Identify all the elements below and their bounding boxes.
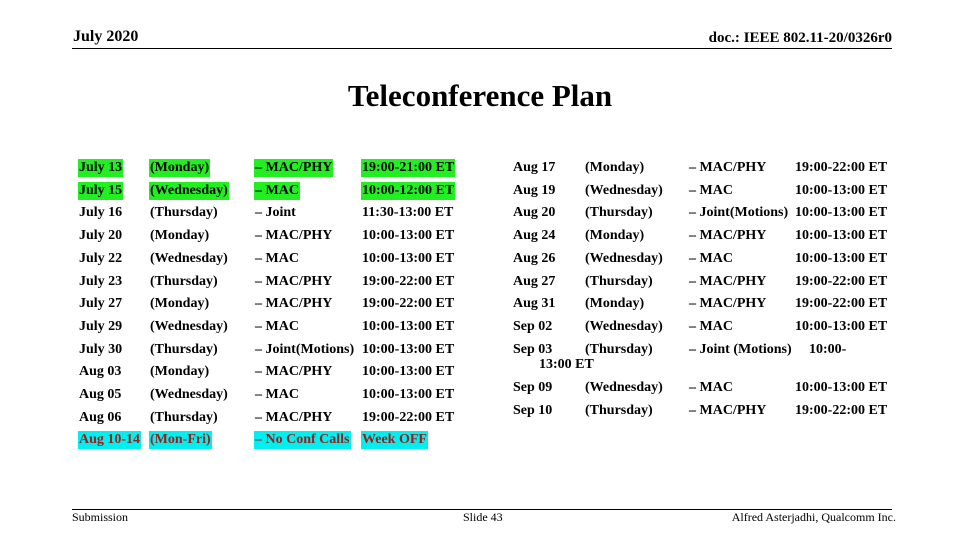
- schedule-time: 10:00-13:00 ET: [795, 205, 888, 221]
- schedule-time: 19:00-22:00 ET: [795, 296, 888, 312]
- schedule-day: (Wednesday): [585, 250, 663, 266]
- schedule-row: Aug 10-14 (Mon-Fri) – No Conf Calls Week OF…: [0, 431, 960, 450]
- schedule-time: 19:00-22:00 ET: [795, 160, 888, 175]
- schedule-time-wrap: 13:00 ET: [539, 356, 594, 372]
- schedule-time: 19:00-22:00 ET: [795, 403, 888, 418]
- schedule-group: – MAC: [689, 318, 733, 334]
- schedule-group: – MAC/PHY: [689, 160, 767, 175]
- schedule-row: Aug 24 (Monday) – MAC/PHY 10:00-13:00 ET: [0, 227, 960, 245]
- schedule-day: (Monday): [585, 160, 645, 175]
- schedule-date: Aug 27: [513, 273, 556, 289]
- schedule-time: 10:00-: [809, 341, 847, 357]
- schedule-date: Sep 10: [513, 403, 553, 418]
- schedule-time: Week OFF: [361, 431, 428, 450]
- schedule-date: Aug 26: [513, 250, 556, 266]
- schedule-row: Sep 03 (Thursday) – Joint (Motions) 10:00- 1…: [0, 341, 960, 372]
- schedule-row: Sep 02 (Wednesday) – MAC 10:00-13:00 ET: [0, 318, 960, 336]
- schedule-day: (Wednesday): [585, 318, 663, 334]
- schedule-time: 10:00-13:00 ET: [795, 228, 888, 244]
- schedule-time: 19:00-22:00 ET: [795, 273, 888, 289]
- schedule-row: Aug 31 (Monday) – MAC/PHY 19:00-22:00 ET: [0, 295, 960, 313]
- schedule-time: 10:00-13:00 ET: [795, 380, 888, 396]
- schedule-day: (Wednesday): [585, 182, 663, 198]
- header-date: July 2020: [73, 28, 139, 45]
- schedule-row: Sep 09 (Wednesday) – MAC 10:00-13:00 ET: [0, 379, 960, 397]
- footer-author: Alfred Asterjadhi, Qualcomm Inc.: [731, 510, 896, 524]
- header-doc-id: doc.: IEEE 802.11-20/0326r0: [708, 30, 892, 46]
- schedule-time: 10:00-13:00 ET: [795, 318, 888, 334]
- schedule-row: Aug 17 (Monday) – MAC/PHY 19:00-22:00 ET: [0, 159, 960, 177]
- schedule-day: (Monday): [585, 228, 645, 244]
- schedule-group: – MAC/PHY: [689, 403, 767, 418]
- schedule-group: – Joint(Motions): [689, 205, 789, 221]
- schedule-date: Aug 24: [513, 228, 556, 244]
- schedule-date: Sep 02: [513, 318, 553, 334]
- schedule-group: – MAC: [689, 182, 733, 198]
- schedule-row: Sep 10 (Thursday) – MAC/PHY 19:00-22:00 ET: [0, 402, 960, 420]
- schedule-day: (Wednesday): [585, 380, 663, 396]
- schedule-row: Aug 27 (Thursday) – MAC/PHY 19:00-22:00 ET: [0, 273, 960, 291]
- schedule-row: Aug 26 (Wednesday) – MAC 10:00-13:00 ET: [0, 250, 960, 268]
- header-divider: [72, 48, 892, 49]
- schedule-row: Aug 20 (Thursday) – Joint(Motions) 10:00-13…: [0, 204, 960, 222]
- schedule-date: Sep 09: [513, 380, 553, 396]
- schedule-group: – Joint (Motions): [689, 341, 792, 357]
- schedule-day: (Mon-Fri): [149, 431, 212, 450]
- schedule-date: Aug 31: [513, 296, 556, 312]
- schedule-day: (Monday): [585, 296, 645, 312]
- slide-title: Teleconference Plan: [347, 78, 613, 113]
- schedule-date: Aug 20: [513, 205, 556, 221]
- schedule-group: – MAC/PHY: [689, 273, 767, 289]
- schedule-group: – MAC/PHY: [689, 228, 767, 244]
- schedule-day: (Thursday): [585, 205, 653, 221]
- schedule-date: Aug 10-14: [78, 431, 142, 450]
- footer-slide-number: Slide 43: [463, 510, 503, 524]
- schedule-day: (Thursday): [585, 403, 653, 418]
- schedule-day: (Thursday): [585, 273, 653, 289]
- schedule-group: – MAC: [689, 250, 733, 266]
- schedule-group: – MAC/PHY: [689, 296, 767, 312]
- schedule-group: – MAC: [689, 380, 733, 396]
- footer-submission: Submission: [72, 510, 129, 524]
- schedule-time: 10:00-13:00 ET: [795, 182, 888, 198]
- schedule-date: Aug 19: [513, 182, 556, 198]
- schedule-date: Aug 17: [513, 160, 556, 175]
- schedule-group: – No Conf Calls: [254, 431, 351, 450]
- schedule-time: 10:00-13:00 ET: [795, 250, 888, 266]
- schedule-row: Aug 19 (Wednesday) – MAC 10:00-13:00 ET: [0, 182, 960, 200]
